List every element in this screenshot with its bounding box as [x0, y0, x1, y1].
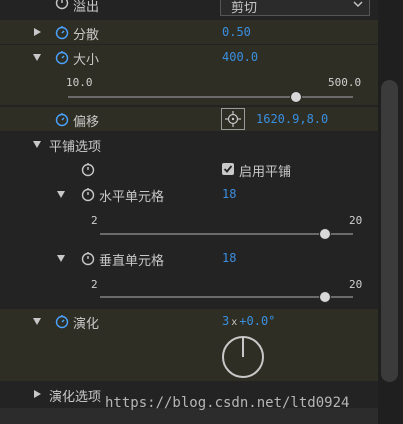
size-slider-max: 500.0: [328, 76, 362, 89]
overflow-label: 溢出: [73, 0, 100, 15]
watermark-text: https://blog.csdn.net/ltd0924: [105, 395, 350, 411]
tile-options-row[interactable]: 平铺选项: [0, 132, 378, 156]
collapse-arrow-icon[interactable]: [33, 54, 41, 61]
stopwatch-icon[interactable]: [54, 313, 70, 329]
offset-row[interactable]: 偏移 1620.9,8.0: [0, 107, 378, 131]
chevron-down-icon: [353, 1, 363, 7]
scatter-row[interactable]: 分散 0.50: [0, 20, 378, 44]
offset-value[interactable]: 1620.9,8.0: [256, 112, 328, 126]
collapse-arrow-icon[interactable]: [33, 318, 41, 325]
stopwatch-icon[interactable]: [54, 111, 70, 127]
h-cells-slider-row: 2 20: [0, 207, 378, 243]
evolution-label: 演化: [73, 317, 100, 332]
evolution-row[interactable]: 演化 3 x +0.0°: [0, 309, 378, 381]
size-slider-min: 10.0: [66, 76, 93, 89]
enable-tile-label: 启用平铺: [239, 165, 292, 180]
size-label: 大小: [73, 53, 100, 68]
offset-label: 偏移: [73, 115, 100, 130]
size-value[interactable]: 400.0: [222, 50, 258, 64]
overflow-dropdown-value: 剪切: [231, 1, 258, 16]
v-cells-slider-min: 2: [91, 278, 98, 291]
v-cells-slider-row: 2 20: [0, 271, 378, 307]
enable-tile-checkbox[interactable]: [222, 163, 234, 175]
scrollbar-thumb[interactable]: [381, 80, 398, 382]
collapse-arrow-icon[interactable]: [33, 141, 41, 148]
h-cells-slider-track[interactable]: [100, 233, 353, 235]
v-cells-value[interactable]: 18: [222, 251, 236, 265]
h-cells-slider-max: 20: [349, 214, 363, 227]
h-cells-value[interactable]: 18: [222, 187, 236, 201]
angle-dial-icon[interactable]: [220, 334, 266, 380]
evolution-degrees: +0.0°: [239, 314, 276, 328]
evolution-x: x: [231, 317, 238, 328]
evolution-options-label: 演化选项: [49, 390, 102, 405]
expand-arrow-icon[interactable]: [34, 28, 41, 36]
scatter-value[interactable]: 0.50: [222, 25, 251, 39]
stopwatch-icon[interactable]: [80, 161, 96, 177]
enable-tile-row[interactable]: 启用平铺: [0, 157, 378, 181]
collapse-arrow-icon[interactable]: [57, 191, 65, 198]
stopwatch-icon[interactable]: [54, 24, 70, 40]
stopwatch-icon[interactable]: [80, 186, 96, 202]
h-cells-row[interactable]: 水平单元格 18: [0, 182, 378, 206]
v-cells-row[interactable]: 垂直单元格 18: [0, 246, 378, 270]
size-slider-track[interactable]: [68, 96, 353, 98]
checkmark-icon: [223, 165, 233, 173]
stopwatch-icon[interactable]: [80, 250, 96, 266]
expand-arrow-icon[interactable]: [34, 390, 41, 398]
scatter-label: 分散: [73, 28, 100, 43]
v-cells-slider-track[interactable]: [100, 296, 353, 298]
crosshair-icon: [225, 111, 241, 127]
size-slider-knob[interactable]: [291, 92, 301, 102]
v-cells-slider-knob[interactable]: [320, 292, 331, 302]
overflow-dropdown[interactable]: 剪切: [220, 0, 370, 16]
crosshair-button[interactable]: [221, 108, 245, 130]
h-cells-slider-min: 2: [91, 214, 98, 227]
size-slider-row: 10.0 500.0: [0, 69, 378, 105]
v-cells-label: 垂直单元格: [99, 254, 165, 269]
stopwatch-icon[interactable]: [54, 49, 70, 65]
h-cells-slider-knob[interactable]: [320, 229, 331, 239]
collapse-arrow-icon[interactable]: [57, 255, 65, 262]
size-row[interactable]: 大小 400.0: [0, 45, 378, 69]
stopwatch-icon[interactable]: [54, 0, 70, 10]
evolution-value[interactable]: 3 x +0.0°: [222, 314, 275, 328]
h-cells-label: 水平单元格: [99, 190, 165, 205]
v-cells-slider-max: 20: [349, 278, 363, 291]
tile-options-label: 平铺选项: [49, 140, 102, 155]
